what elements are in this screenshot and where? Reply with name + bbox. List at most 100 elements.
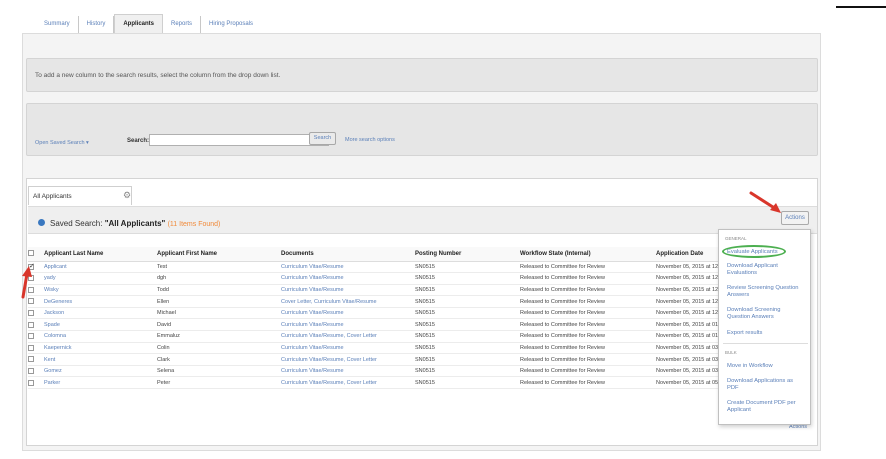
evaluate-highlight-oval bbox=[722, 245, 786, 258]
col-first-name[interactable]: Applicant First Name bbox=[157, 247, 281, 262]
col-posting-number[interactable]: Posting Number bbox=[415, 247, 520, 262]
menu-item-download-screening-answers[interactable]: Download Screening Question Answers bbox=[719, 307, 803, 321]
arrow-to-checkbox-icon bbox=[21, 266, 32, 299]
menu-item-review-screening-answers[interactable]: Review Screening Question Answers bbox=[719, 285, 803, 299]
tab-summary[interactable]: Summary bbox=[36, 16, 79, 34]
row-checkbox[interactable] bbox=[28, 321, 34, 328]
applicant-link[interactable]: yady bbox=[44, 275, 56, 281]
menu-item-move-in-workflow[interactable]: Move in Workflow bbox=[719, 363, 803, 370]
tab-applicants[interactable]: Applicants bbox=[114, 14, 164, 34]
tab-hiring-proposals[interactable]: Hiring Proposals bbox=[201, 16, 261, 34]
row-checkbox[interactable] bbox=[28, 356, 34, 363]
documents-link[interactable]: Curriculum Vitae/Resume, Cover Letter bbox=[281, 357, 377, 363]
cell-last-name: Kaepernick bbox=[44, 342, 157, 355]
saved-search-title: Saved Search: "All Applicants" (11 Items… bbox=[50, 219, 220, 228]
cell-workflow-state: Released to Committee for Review bbox=[520, 365, 656, 378]
tab-history[interactable]: History bbox=[79, 16, 115, 34]
cell-last-name: Spade bbox=[44, 318, 157, 332]
dropdown-divider bbox=[723, 343, 808, 344]
row-checkbox[interactable] bbox=[28, 344, 34, 351]
applicant-link[interactable]: Kent bbox=[44, 357, 55, 363]
cell-first-name: Michael bbox=[157, 307, 281, 320]
applicant-link[interactable]: Colomna bbox=[44, 333, 66, 339]
applicant-link[interactable]: Spade bbox=[44, 322, 60, 328]
documents-link[interactable]: Curriculum Vitae/Resume bbox=[281, 345, 344, 351]
documents-link[interactable]: Curriculum Vitae/Resume bbox=[281, 287, 344, 293]
documents-link[interactable]: Curriculum Vitae/Resume, Cover Letter bbox=[281, 380, 377, 386]
menu-item-create-document-pdf[interactable]: Create Document PDF per Applicant bbox=[719, 400, 803, 414]
cell-documents: Cover Letter, Curriculum Vitae/Resume bbox=[281, 295, 415, 308]
dropdown-section-general: GENERAL bbox=[725, 236, 747, 241]
saved-search-header: Saved Search: "All Applicants" (11 Items… bbox=[28, 206, 817, 234]
results-tab-all-applicants[interactable]: All Applicants ⚙ bbox=[28, 186, 132, 205]
cell-last-name: Parker bbox=[44, 376, 157, 390]
col-last-name[interactable]: Applicant Last Name bbox=[44, 247, 157, 262]
row-checkbox[interactable] bbox=[28, 309, 34, 316]
cell-first-name: Test bbox=[157, 261, 281, 274]
col-workflow-state[interactable]: Workflow State (Internal) bbox=[520, 247, 656, 262]
cell-documents: Curriculum Vitae/Resume bbox=[281, 318, 415, 332]
documents-link[interactable]: Curriculum Vitae/Resume, Cover Letter bbox=[281, 333, 377, 339]
applicant-link[interactable]: DeGeneres bbox=[44, 299, 72, 305]
select-all-cell bbox=[28, 247, 44, 262]
cell-first-name: Todd bbox=[157, 284, 281, 297]
documents-link[interactable]: Curriculum Vitae/Resume bbox=[281, 275, 344, 281]
actions-button[interactable]: Actions bbox=[781, 211, 809, 225]
cell-workflow-state: Released to Committee for Review bbox=[520, 261, 656, 274]
menu-item-download-applications-pdf[interactable]: Download Applications as PDF bbox=[719, 378, 803, 392]
applicant-link[interactable]: Jackson bbox=[44, 310, 64, 316]
cell-first-name: Clark bbox=[157, 353, 281, 366]
cell-last-name: Applicant bbox=[44, 261, 157, 274]
applicant-link[interactable]: Parker bbox=[44, 380, 60, 386]
cell-documents: Curriculum Vitae/Resume, Cover Letter bbox=[281, 376, 415, 390]
top-rule bbox=[836, 6, 886, 8]
cell-documents: Curriculum Vitae/Resume bbox=[281, 307, 415, 320]
row-checkbox[interactable] bbox=[28, 379, 34, 386]
select-all-checkbox[interactable] bbox=[28, 250, 34, 257]
table-header-row: Applicant Last Name Applicant First Name… bbox=[28, 247, 738, 262]
row-select-cell bbox=[28, 353, 44, 366]
more-search-options-link[interactable]: More search options bbox=[345, 137, 395, 143]
applicant-link[interactable]: Kaepernick bbox=[44, 345, 72, 351]
applicant-link[interactable]: Wisky bbox=[44, 287, 59, 293]
applicant-link[interactable]: Applicant bbox=[44, 264, 67, 270]
row-select-cell bbox=[28, 330, 44, 343]
col-documents[interactable]: Documents bbox=[281, 247, 415, 262]
cell-documents: Curriculum Vitae/Resume bbox=[281, 365, 415, 378]
column-info-text: To add a new column to the search result… bbox=[35, 72, 281, 79]
open-saved-search-link[interactable]: Open Saved Search ▾ bbox=[35, 140, 89, 146]
saved-search-name: "All Applicants" bbox=[104, 219, 166, 228]
table-row: Kaepernick Colin Curriculum Vitae/Resume SN… bbox=[28, 342, 738, 355]
cell-workflow-state: Released to Committee for Review bbox=[520, 318, 656, 332]
cell-documents: Curriculum Vitae/Resume bbox=[281, 272, 415, 285]
search-input[interactable] bbox=[149, 134, 329, 146]
row-checkbox[interactable] bbox=[28, 333, 34, 340]
cell-posting-number: SN0515 bbox=[415, 272, 520, 285]
info-icon bbox=[38, 219, 45, 226]
table-row: Wisky Todd Curriculum Vitae/Resume SN0515 Re… bbox=[28, 284, 738, 297]
applicant-link[interactable]: Gomez bbox=[44, 368, 62, 374]
documents-link[interactable]: Curriculum Vitae/Resume bbox=[281, 368, 344, 374]
cell-last-name: Colomna bbox=[44, 330, 157, 343]
menu-item-export-results[interactable]: Export results bbox=[719, 330, 803, 337]
actions-dropdown-menu: GENERAL Evaluate Applicants Download App… bbox=[718, 229, 811, 425]
documents-link[interactable]: Cover Letter, Curriculum Vitae/Resume bbox=[281, 299, 377, 305]
arrow-to-actions-icon bbox=[749, 191, 781, 213]
cell-posting-number: SN0515 bbox=[415, 284, 520, 297]
cell-first-name: Selena bbox=[157, 365, 281, 378]
tab-reports[interactable]: Reports bbox=[163, 16, 202, 34]
documents-link[interactable]: Curriculum Vitae/Resume bbox=[281, 322, 344, 328]
row-select-cell bbox=[28, 307, 44, 320]
gear-icon[interactable]: ⚙ bbox=[123, 191, 131, 200]
documents-link[interactable]: Curriculum Vitae/Resume bbox=[281, 310, 344, 316]
table-body: ApplicantTestCurriculum Vitae/ResumeSN05… bbox=[28, 261, 738, 390]
dropdown-section-bulk: BULK bbox=[725, 350, 737, 355]
menu-item-download-evaluations[interactable]: Download Applicant Evaluations bbox=[719, 263, 803, 277]
cell-workflow-state: Released to Committee for Review bbox=[520, 330, 656, 343]
search-button[interactable]: Search bbox=[309, 132, 336, 145]
documents-link[interactable]: Curriculum Vitae/Resume bbox=[281, 264, 344, 270]
cell-posting-number: SN0515 bbox=[415, 307, 520, 320]
table-row: Parker Peter Curriculum Vitae/Resume, Cove… bbox=[28, 376, 738, 390]
row-checkbox[interactable] bbox=[28, 367, 34, 374]
cell-posting-number: SN0515 bbox=[415, 353, 520, 366]
